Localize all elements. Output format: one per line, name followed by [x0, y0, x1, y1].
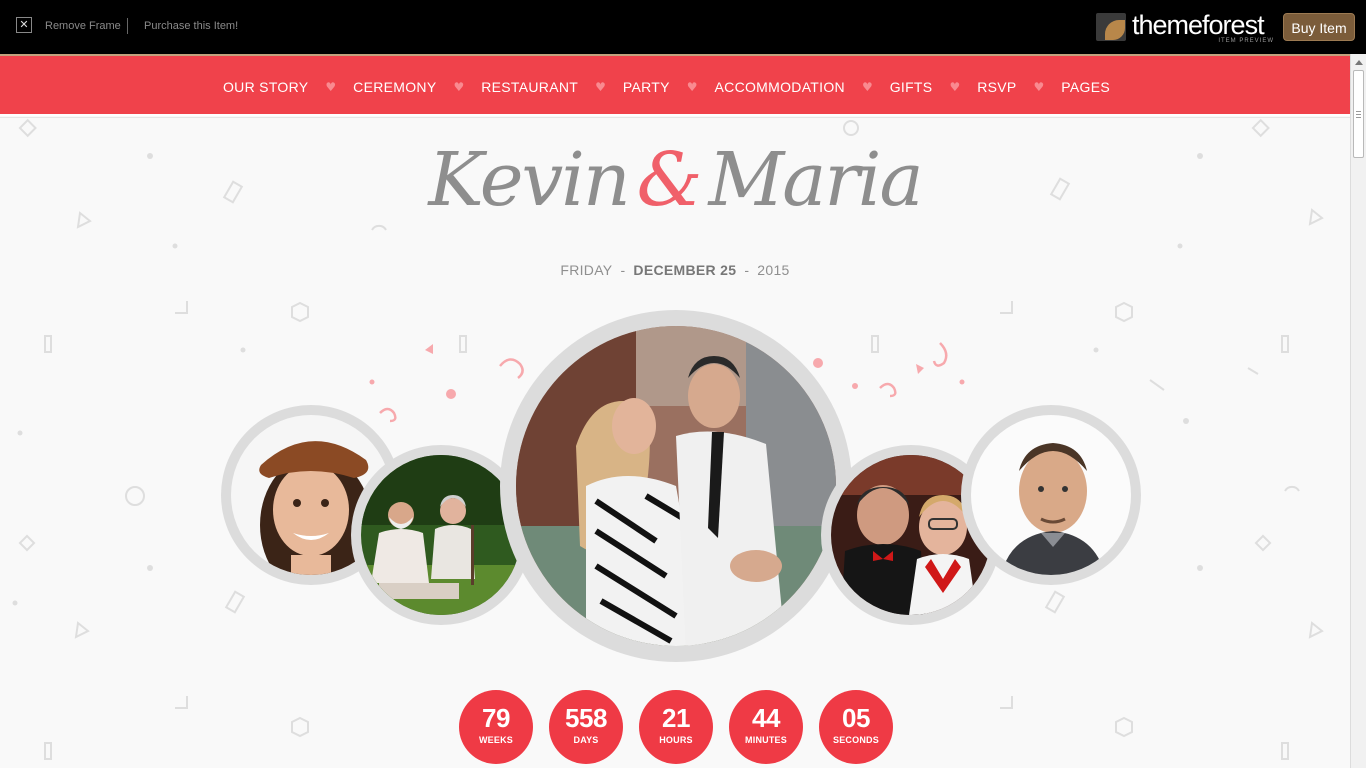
groom-name: Kevin — [428, 137, 630, 223]
heart-icon: ♥ — [949, 80, 961, 94]
scrollbar[interactable] — [1350, 54, 1366, 768]
countdown-label: WEEKS — [478, 735, 513, 745]
guest-photo-man[interactable] — [961, 405, 1141, 585]
countdown-weeks: 79 WEEKS — [459, 690, 533, 764]
nav-item-party[interactable]: PARTY — [623, 77, 670, 95]
nav-item-rsvp[interactable]: RSVP — [977, 77, 1016, 95]
logo-wordmark: themeforest — [1132, 10, 1265, 40]
couple-photo-main[interactable] — [500, 310, 852, 662]
nav-item-accommodation[interactable]: ACCOMMODATION — [715, 77, 845, 95]
heart-icon: ♥ — [595, 80, 606, 94]
photo-image — [516, 326, 836, 646]
purchase-link[interactable]: Purchase this Item! — [144, 20, 238, 32]
heart-icon: ♥ — [453, 80, 465, 94]
scroll-up-icon[interactable] — [1355, 60, 1363, 65]
countdown-value: 558 — [565, 703, 607, 733]
heart-icon: ♥ — [325, 80, 337, 94]
remove-frame-link[interactable]: Remove Frame — [45, 20, 121, 32]
scroll-thumb[interactable] — [1353, 70, 1364, 158]
photo-image — [361, 455, 521, 615]
ampersand: & — [636, 137, 703, 223]
buy-item-button[interactable]: Buy Item — [1283, 13, 1355, 41]
countdown-value: 44 — [752, 703, 780, 733]
heart-icon: ♥ — [686, 80, 698, 94]
nav-item-our-story[interactable]: OUR STORY — [223, 77, 308, 95]
preview-topbar: ✕ Remove Frame Purchase this Item! theme… — [0, 0, 1366, 54]
countdown-label: MINUTES — [745, 735, 787, 745]
nav-item-ceremony[interactable]: CEREMONY — [353, 77, 436, 95]
countdown-seconds: 05 SECONDS — [819, 690, 893, 764]
photo-image — [971, 415, 1131, 575]
divider — [127, 18, 128, 34]
nav-item-pages[interactable]: PAGES — [1061, 77, 1110, 95]
countdown-hours: 21 HOURS — [639, 690, 713, 764]
date-day: FRIDAY — [560, 262, 613, 278]
heart-icon: ♥ — [1033, 80, 1045, 94]
themeforest-logo[interactable]: themeforest ITEM PREVIEW — [1096, 10, 1276, 46]
countdown-value: 79 — [482, 703, 510, 733]
countdown-value: 21 — [662, 703, 690, 733]
date-year: 2015 — [757, 262, 790, 278]
wedding-date: FRIDAY - DECEMBER 25-2015 — [560, 262, 790, 278]
countdown-days: 558 DAYS — [549, 690, 623, 764]
main-nav: OUR STORY ♥ CEREMONY ♥ RESTAURANT ♥ PART… — [0, 54, 1350, 116]
couple-title: Kevin & Maria — [0, 137, 1350, 257]
heart-icon: ♥ — [861, 80, 873, 94]
leaf-icon — [1096, 13, 1126, 41]
logo-subtitle: ITEM PREVIEW — [1218, 38, 1274, 44]
close-icon[interactable]: ✕ — [16, 17, 32, 33]
countdown-value: 05 — [842, 703, 870, 733]
countdown-minutes: 44 MINUTES — [729, 690, 803, 764]
countdown-label: HOURS — [659, 735, 693, 745]
countdown-label: SECONDS — [833, 735, 879, 745]
bride-name: Maria — [708, 137, 924, 223]
date-main: DECEMBER 25 — [633, 262, 737, 278]
nav-item-gifts[interactable]: GIFTS — [890, 77, 933, 95]
nav-list: OUR STORY ♥ CEREMONY ♥ RESTAURANT ♥ PART… — [0, 56, 1333, 116]
nav-item-restaurant[interactable]: RESTAURANT — [481, 77, 578, 95]
countdown-label: DAYS — [573, 735, 599, 745]
